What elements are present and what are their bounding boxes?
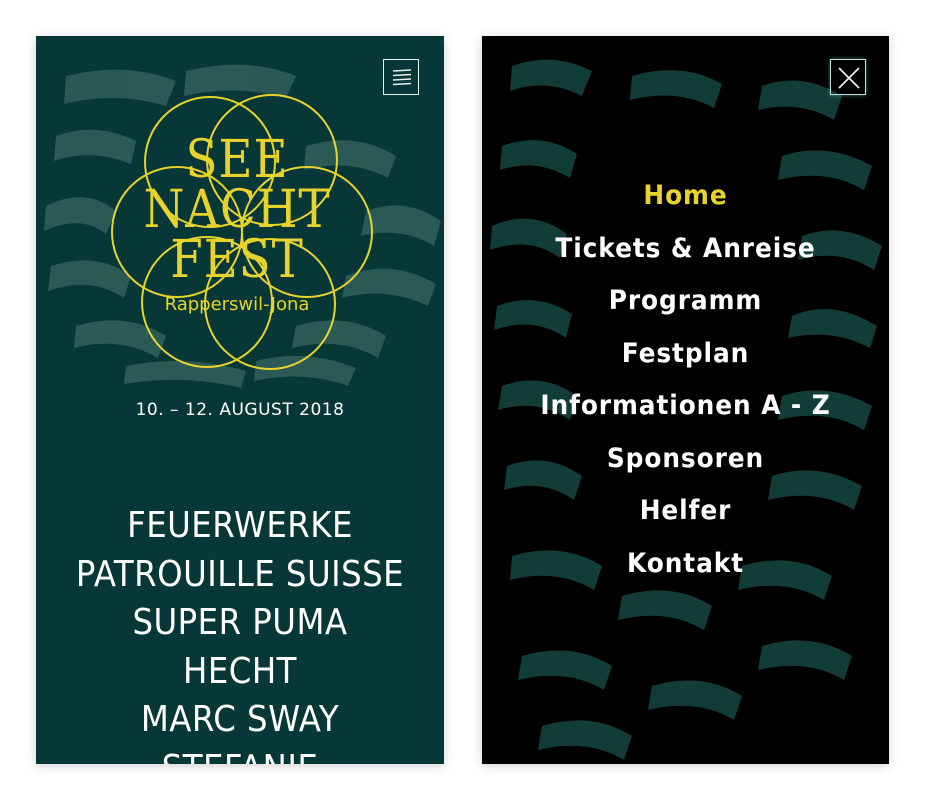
logo-subtitle: Rapperswil-Jona bbox=[164, 294, 310, 315]
seenachtfest-logo[interactable]: SEE NACHT FEST Rapperswil-Jona bbox=[92, 82, 382, 374]
close-icon bbox=[838, 67, 860, 89]
nav-item-festplan[interactable]: Festplan bbox=[498, 328, 872, 381]
nav-item-kontakt[interactable]: Kontakt bbox=[498, 538, 872, 591]
lineup-item: STEFANIE bbox=[56, 745, 423, 765]
main-navigation: Home Tickets & Anreise Programm Festplan… bbox=[482, 170, 889, 590]
lineup-item: HECHT bbox=[183, 650, 297, 692]
lineup-item: FEUERWERKE bbox=[127, 505, 353, 546]
lineup-item: SUPER PUMA bbox=[132, 602, 348, 643]
home-screen: SEE NACHT FEST Rapperswil-Jona 10. – 12.… bbox=[36, 36, 444, 764]
menu-screen: Home Tickets & Anreise Programm Festplan… bbox=[482, 36, 889, 764]
logo-word-nacht: NACHT bbox=[143, 180, 331, 240]
hamburger-menu-button[interactable] bbox=[383, 59, 419, 95]
nav-item-home[interactable]: Home bbox=[498, 170, 872, 223]
nav-item-tickets-anreise[interactable]: Tickets & Anreise bbox=[498, 223, 872, 276]
logo-word-fest: FEST bbox=[170, 230, 304, 290]
event-date: 10. – 12. AUGUST 2018 bbox=[135, 400, 345, 420]
lineup-item: PATROUILLE SUISSE bbox=[75, 553, 405, 595]
nav-item-helfer[interactable]: Helfer bbox=[498, 485, 872, 538]
nav-item-sponsoren[interactable]: Sponsoren bbox=[498, 433, 872, 486]
close-menu-button[interactable] bbox=[830, 59, 866, 95]
nav-item-programm[interactable]: Programm bbox=[498, 275, 872, 328]
lineup-list: FEUERWERKE PATROUILLE SUISSE SUPER PUMA … bbox=[36, 502, 444, 764]
logo-word-see: SEE bbox=[185, 130, 289, 190]
lineup-item: MARC SWAY bbox=[140, 699, 340, 740]
hamburger-icon bbox=[392, 69, 412, 86]
nav-item-informationen[interactable]: Informationen A - Z bbox=[498, 380, 872, 433]
